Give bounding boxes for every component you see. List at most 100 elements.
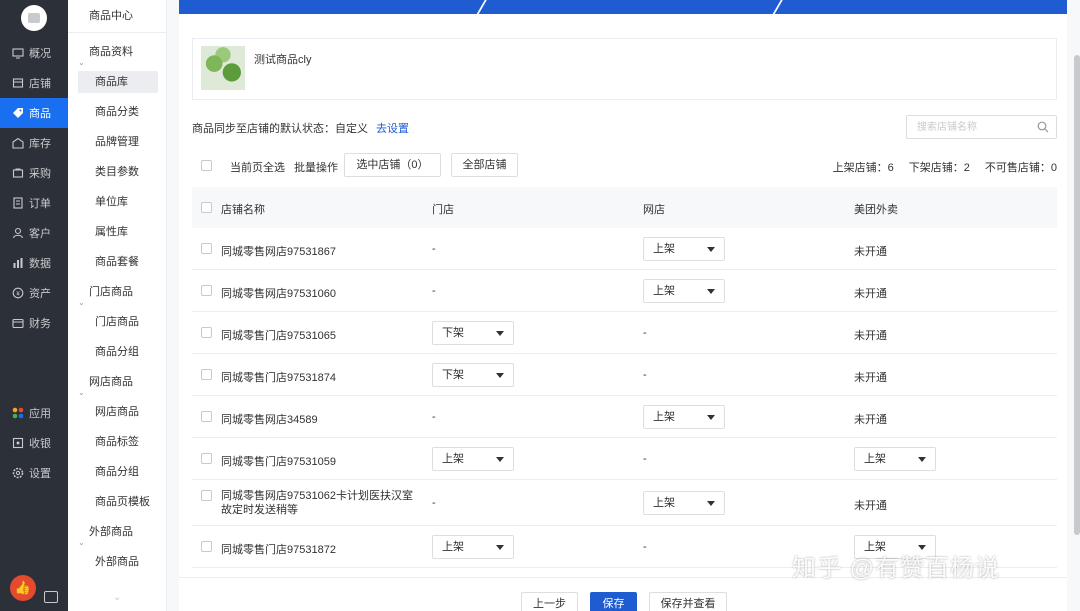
row-checkbox[interactable] <box>201 369 212 380</box>
selected-stores-button[interactable]: 选中店铺（0） <box>344 153 441 177</box>
online-status-dropdown[interactable]: 上架 <box>643 491 725 515</box>
meituan-status-cell: 未开通 <box>854 288 887 300</box>
subnav-group[interactable]: ⌄ 网店商品 <box>68 367 166 397</box>
go-settings-link[interactable]: 去设置 <box>376 123 409 135</box>
store-name-cell: 同城零售门店97531059 <box>221 456 336 468</box>
stat-listed: 上架店铺：6 <box>832 162 894 174</box>
nav-item-warehouse[interactable]: 库存 <box>0 128 68 158</box>
chevron-down-icon[interactable]: ⌄ <box>113 592 121 603</box>
header-offline-store: 门店 <box>432 204 454 216</box>
nav-item-user[interactable]: 客户 <box>0 218 68 248</box>
subnav-group[interactable]: ⌄ 商品资料 <box>68 37 166 67</box>
subnav-item[interactable]: 商品套餐 <box>68 247 166 277</box>
online-status-dropdown[interactable]: 上架 <box>643 279 725 303</box>
subnav-item[interactable]: 商品分组 <box>68 337 166 367</box>
subnav-item-label: 门店商品 <box>95 316 139 328</box>
subnav-item[interactable]: 类目参数 <box>68 157 166 187</box>
table-row: 同城零售网店34589 - 上架 未开通 <box>192 396 1057 438</box>
select-page-checkbox[interactable] <box>201 160 212 171</box>
subnav-item[interactable]: 商品分类 <box>68 97 166 127</box>
product-name: 测试商品cly <box>254 54 312 66</box>
all-stores-button[interactable]: 全部店铺 <box>451 153 518 177</box>
nav-item-chart[interactable]: 数据 <box>0 248 68 278</box>
row-checkbox[interactable] <box>201 411 212 422</box>
nav-item-label: 财务 <box>29 318 51 330</box>
monitor-icon <box>12 47 24 59</box>
offline-status-dropdown[interactable]: 上架 <box>432 535 514 559</box>
save-and-view-button[interactable]: 保存并查看 <box>649 592 727 611</box>
row-checkbox[interactable] <box>201 453 212 464</box>
row-checkbox[interactable] <box>201 243 212 254</box>
row-checkbox[interactable] <box>201 490 212 501</box>
store-name-cell: 同城零售网店34589 <box>221 414 318 426</box>
prev-step-button[interactable]: 上一步 <box>521 592 578 611</box>
subnav-item[interactable]: 单位库 <box>68 187 166 217</box>
row-checkbox[interactable] <box>201 541 212 552</box>
save-button[interactable]: 保存 <box>590 592 637 611</box>
dropdown-value: 上架 <box>653 411 675 423</box>
content-panel: 测试商品cly 商品同步至店铺的默认状态：自定义去设置 当前页全选 批量操作 选… <box>179 14 1067 611</box>
store-search-input[interactable] <box>907 116 1027 138</box>
chevron-down-icon: ⌄ <box>78 388 85 397</box>
subnav-item[interactable]: 外部商品 <box>68 547 166 577</box>
subnav-title: 商品中心 <box>68 0 166 33</box>
nav-item-wallet[interactable]: 财务 <box>0 308 68 338</box>
dropdown-value: 上架 <box>653 285 675 297</box>
subnav-item[interactable]: 门店商品 <box>68 307 166 337</box>
dropdown-value: 下架 <box>442 369 464 381</box>
chat-icon[interactable] <box>44 591 58 603</box>
subnav-item[interactable]: 属性库 <box>68 217 166 247</box>
nav-item-cart[interactable]: 采购 <box>0 158 68 188</box>
nav-item-apps[interactable]: 应用 <box>0 398 68 428</box>
subnav-item[interactable]: 品牌管理 <box>68 127 166 157</box>
scrollbar[interactable] <box>1074 55 1080 535</box>
wallet-icon <box>12 317 24 329</box>
offline-status-cell: - <box>432 243 436 255</box>
nav-item-tag[interactable]: 商品 <box>0 98 68 128</box>
nav-item-cashier[interactable]: 收银 <box>0 428 68 458</box>
store-icon <box>12 77 24 89</box>
meituan-status-cell: 未开通 <box>854 372 887 384</box>
meituan-status-dropdown[interactable]: 上架 <box>854 447 936 471</box>
thumbs-up-icon[interactable]: 👍 <box>10 575 36 601</box>
main-nav-bottom-list: 应用 收银 设置 <box>0 398 68 488</box>
table-row: 同城零售门店97531059 上架 - 上架 <box>192 438 1057 480</box>
meituan-status-cell: 未开通 <box>854 330 887 342</box>
select-all-checkbox[interactable] <box>201 202 212 213</box>
table-row: 同城零售网店97531867 - 上架 未开通 <box>192 228 1057 270</box>
subnav-item[interactable]: 商品页模板 <box>68 487 166 517</box>
nav-item-store[interactable]: 店铺 <box>0 68 68 98</box>
nav-item-coin[interactable]: ¥ 资产 <box>0 278 68 308</box>
offline-status-dropdown[interactable]: 上架 <box>432 447 514 471</box>
subnav-item[interactable]: 网店商品 <box>68 397 166 427</box>
nav-item-label: 资产 <box>29 288 51 300</box>
dropdown-value: 下架 <box>442 327 464 339</box>
shop-logo[interactable] <box>21 5 47 31</box>
subnav-item-label: 商品页模板 <box>95 496 150 508</box>
caret-down-icon <box>496 457 504 462</box>
nav-item-monitor[interactable]: 概况 <box>0 38 68 68</box>
sync-value: 自定义 <box>335 123 368 135</box>
subnav-group-label: 商品资料 <box>89 46 133 58</box>
product-card: 测试商品cly <box>192 38 1057 100</box>
row-checkbox[interactable] <box>201 327 212 338</box>
offline-status-cell: - <box>432 411 436 423</box>
subnav-item[interactable]: 商品分组 <box>68 457 166 487</box>
offline-status-dropdown[interactable]: 下架 <box>432 321 514 345</box>
subnav-item[interactable]: 商品标签 <box>68 427 166 457</box>
nav-item-document[interactable]: 订单 <box>0 188 68 218</box>
subnav-group[interactable]: ⌄ 门店商品 <box>68 277 166 307</box>
store-name-cell: 同城零售门店97531065 <box>221 330 336 342</box>
nav-item-gear[interactable]: 设置 <box>0 458 68 488</box>
online-status-cell: - <box>643 541 647 553</box>
subnav-item[interactable]: 商品库 <box>68 67 166 97</box>
row-checkbox[interactable] <box>201 285 212 296</box>
search-icon[interactable] <box>1037 121 1049 133</box>
subnav-group[interactable]: ⌄ 外部商品 <box>68 517 166 547</box>
select-page-label: 当前页全选 <box>230 162 285 174</box>
online-status-dropdown[interactable]: 上架 <box>643 237 725 261</box>
offline-status-dropdown[interactable]: 下架 <box>432 363 514 387</box>
subnav-list: ⌄ 商品资料 商品库 商品分类 品牌管理 类目参数 单位库 属性库 商品套餐 ⌄ 门店商品 门店商品商… <box>68 33 166 577</box>
sync-label: 商品同步至店铺的默认状态： <box>192 123 335 135</box>
online-status-dropdown[interactable]: 上架 <box>643 405 725 429</box>
